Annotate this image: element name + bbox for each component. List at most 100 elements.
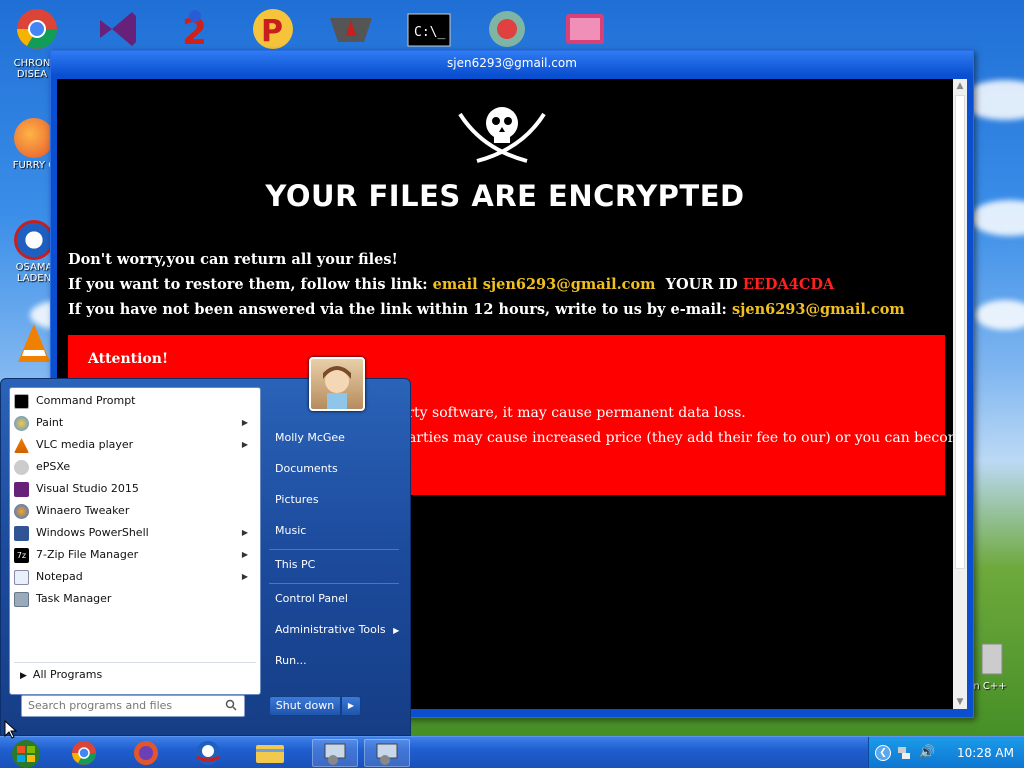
recycle-bin-icon: [981, 643, 1003, 675]
vlc-icon: [14, 438, 29, 453]
menu-documents[interactable]: Documents: [275, 462, 338, 475]
menu-user-name[interactable]: Molly McGee: [275, 431, 345, 444]
cloud: [975, 300, 1024, 330]
ransom-line-3: If you have not been answered via the li…: [68, 301, 905, 318]
menu-item-command-prompt[interactable]: Command Prompt: [14, 390, 258, 412]
media-app-desktop-icon[interactable]: [560, 6, 610, 52]
epsxe-icon: [14, 460, 29, 475]
menu-this-pc[interactable]: This PC: [275, 558, 315, 571]
visual-studio-desktop-icon[interactable]: [92, 6, 142, 52]
menu-item-label: Notepad: [36, 570, 83, 583]
skull-crossbones-icon: [458, 107, 546, 163]
menu-separator: [269, 583, 399, 584]
submenu-arrow-icon: ▶: [393, 626, 400, 635]
taskbar-running-app-1[interactable]: [312, 739, 358, 767]
shutdown-options-button[interactable]: ▶: [341, 696, 361, 716]
taskbar-running-app-2[interactable]: [364, 739, 410, 767]
menu-item-label: Visual Studio 2015: [36, 482, 139, 495]
paint-icon: [14, 416, 29, 431]
system-tray: ❮ 🔊 10:28 AM: [868, 737, 1024, 768]
all-programs-label: All Programs: [32, 668, 103, 681]
submenu-arrow-icon: ▶: [241, 550, 248, 559]
menu-separator: [14, 662, 256, 663]
submenu-arrow-icon: ▶: [241, 572, 248, 581]
user-avatar[interactable]: [309, 357, 365, 411]
menu-item-vlc[interactable]: VLC media player ▶: [14, 434, 258, 456]
vlc-icon: [18, 324, 50, 362]
taskbar-obama-icon[interactable]: [188, 739, 228, 767]
task-manager-icon: [14, 592, 29, 607]
menu-item-label: Windows PowerShell: [36, 526, 149, 539]
menu-control-panel[interactable]: Control Panel: [275, 592, 348, 605]
submenu-arrow-icon: ▶: [241, 440, 248, 449]
command-prompt-desktop-icon[interactable]: C:\_: [404, 6, 454, 52]
menu-item-label: ePSXe: [36, 460, 71, 473]
restore-link[interactable]: email sjen6293@gmail.com: [433, 276, 656, 293]
line3-text: If you have not been answered via the li…: [68, 301, 727, 318]
taskbar-firefox-icon[interactable]: [126, 739, 166, 767]
start-button[interactable]: [4, 739, 44, 768]
taskbar-explorer-icon[interactable]: [250, 739, 290, 767]
menu-item-7zip[interactable]: 7z 7-Zip File Manager ▶: [14, 544, 258, 566]
cloud: [970, 200, 1024, 236]
victim-id: EEDA4CDA: [742, 276, 835, 293]
svg-text:P: P: [261, 14, 283, 49]
menu-music[interactable]: Music: [275, 524, 306, 537]
menu-item-label: Task Manager: [36, 592, 112, 605]
winaero-icon: [14, 504, 29, 519]
menu-item-powershell[interactable]: Windows PowerShell ▶: [14, 522, 258, 544]
attention-heading: Attention!: [88, 351, 169, 367]
volume-icon[interactable]: 🔊: [919, 745, 935, 760]
ransom-headline: YOUR FILES ARE ENCRYPTED: [265, 179, 745, 213]
vertical-scrollbar[interactable]: ▲ ▼: [953, 79, 967, 709]
menu-item-label: Paint: [36, 416, 64, 429]
menu-item-winaero[interactable]: Winaero Tweaker: [14, 500, 258, 522]
admin-tools-label: Administrative Tools: [275, 623, 386, 636]
warning-line-2: parties may cause increased price (they …: [399, 430, 953, 446]
7zip-icon: 7z: [14, 548, 29, 563]
menu-run[interactable]: Run...: [275, 654, 307, 667]
powershell-icon: [14, 526, 29, 541]
contact-email[interactable]: sjen6293@gmail.com: [732, 301, 905, 318]
svg-text:C:\_: C:\_: [414, 25, 445, 40]
scroll-up-arrow[interactable]: ▲: [953, 79, 967, 93]
obama-logo-icon: [14, 220, 54, 260]
menu-item-notepad[interactable]: Notepad ▶: [14, 566, 258, 588]
menu-item-epsxe[interactable]: ePSXe: [14, 456, 258, 478]
start-menu[interactable]: Command Prompt Paint ▶ VLC media player …: [0, 357, 411, 736]
menu-item-task-manager[interactable]: Task Manager: [14, 588, 258, 610]
menu-item-paint[interactable]: Paint ▶: [14, 412, 258, 434]
menu-item-label: VLC media player: [36, 438, 134, 451]
p-app-desktop-icon[interactable]: P: [248, 6, 298, 52]
taskbar: ❮ 🔊 10:28 AM: [0, 736, 1024, 768]
submenu-arrow-icon: ▶: [241, 418, 248, 427]
search-input[interactable]: Search programs and files: [21, 695, 245, 717]
line1-text: Don't worry,you can return all your file…: [68, 251, 398, 268]
menu-item-visual-studio[interactable]: Visual Studio 2015: [14, 478, 258, 500]
app-2-desktop-icon[interactable]: 2: [170, 6, 220, 53]
ransom-line-1: Don't worry,you can return all your file…: [68, 251, 398, 268]
start-menu-pinned-panel: Command Prompt Paint ▶ VLC media player …: [9, 387, 261, 695]
shutdown-button[interactable]: Shut down: [269, 696, 341, 716]
badge-app-desktop-icon[interactable]: [326, 6, 376, 52]
clock[interactable]: 10:28 AM: [957, 746, 1014, 760]
scroll-down-arrow[interactable]: ▼: [953, 695, 967, 709]
scroll-thumb[interactable]: [955, 95, 965, 569]
play-arrow-icon: ▶: [20, 671, 27, 681]
network-icon[interactable]: [897, 746, 911, 760]
menu-separator: [269, 549, 399, 550]
ransom-line-2: If you want to restore them, follow this…: [68, 276, 834, 293]
chrome-desktop-icon[interactable]: [12, 6, 62, 52]
search-icon[interactable]: [225, 699, 237, 711]
menu-item-label: Command Prompt: [36, 394, 136, 407]
window-title: sjen6293@gmail.com: [51, 51, 973, 75]
menu-item-label: 7-Zip File Manager: [36, 548, 139, 561]
submenu-arrow-icon: ▶: [241, 528, 248, 537]
app-desktop-icon[interactable]: [482, 6, 532, 52]
menu-pictures[interactable]: Pictures: [275, 493, 319, 506]
taskbar-chrome-icon[interactable]: [64, 739, 104, 767]
all-programs-button[interactable]: ▶ All Programs: [20, 668, 102, 681]
show-hidden-icons-icon[interactable]: ❮: [875, 745, 891, 761]
menu-administrative-tools[interactable]: Administrative Tools ▶: [275, 623, 399, 636]
warning-line-1: arty software, it may cause permanent da…: [399, 405, 746, 421]
